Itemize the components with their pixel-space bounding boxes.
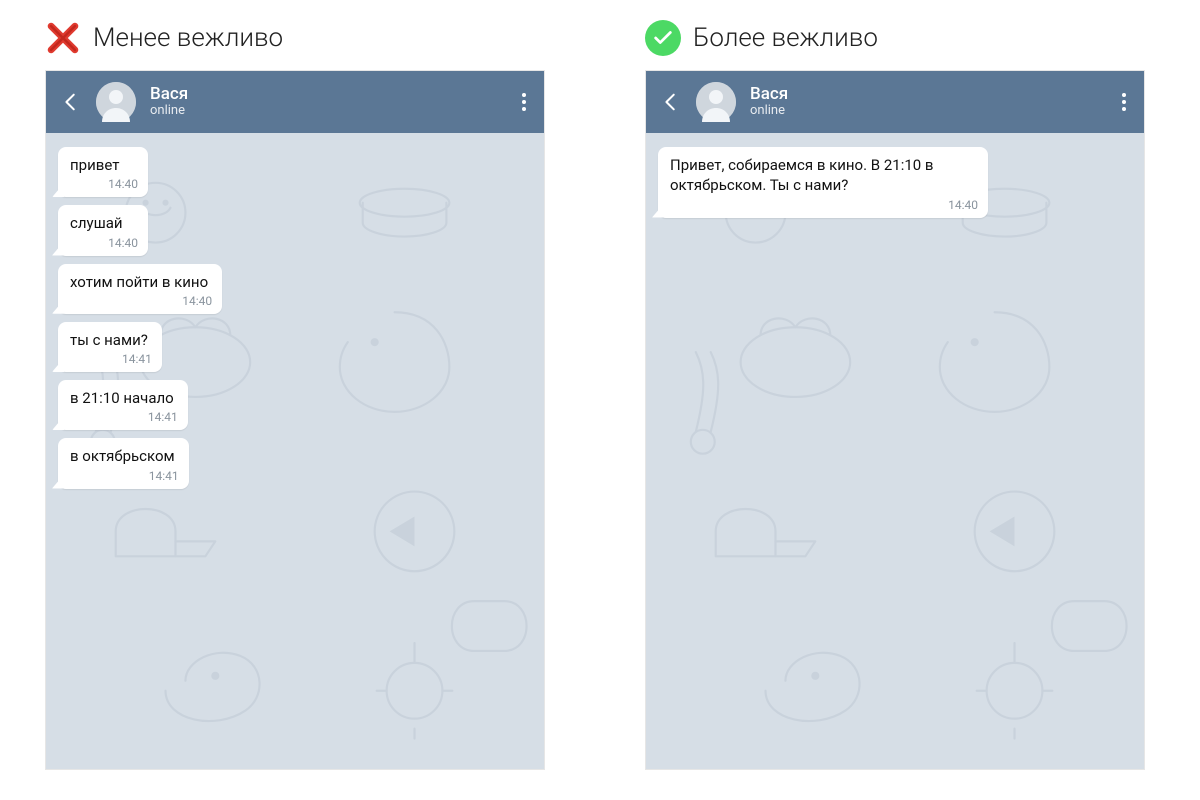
chat-name: Вася	[150, 85, 504, 105]
message-bubble[interactable]: привет 14:40	[58, 147, 148, 197]
chat-body: привет14:40слушай14:40хотим пойти в кино…	[46, 133, 544, 769]
heading-label: Менее вежливо	[93, 23, 283, 53]
avatar[interactable]	[96, 82, 136, 122]
avatar[interactable]	[696, 82, 736, 122]
message-text: слушай	[70, 213, 138, 233]
message-time: 14:40	[70, 294, 212, 308]
message-bubble[interactable]: ты с нами? 14:41	[58, 322, 162, 372]
chat-body: Привет, собираемся в кино. В 21:10 в окт…	[646, 133, 1144, 769]
message-text: хотим пойти в кино	[70, 272, 212, 292]
message-text: ты с нами?	[70, 330, 152, 350]
chat-background-doodle	[646, 133, 1144, 769]
back-button[interactable]	[660, 91, 682, 113]
chat-title-block[interactable]: Вася online	[150, 85, 504, 119]
message-bubble[interactable]: в 21:10 начало 14:41	[58, 380, 188, 430]
message-text: в октябрьском	[70, 446, 179, 466]
heading-less-polite: Менее вежливо	[45, 20, 545, 56]
message-time: 14:40	[670, 198, 978, 212]
check-icon	[645, 20, 681, 56]
cross-icon	[45, 20, 81, 56]
message-bubble[interactable]: хотим пойти в кино 14:40	[58, 264, 222, 314]
more-button[interactable]	[518, 89, 530, 115]
message-text: привет	[70, 155, 138, 175]
chat-window-right: Вася online	[645, 70, 1145, 770]
chat-name: Вася	[750, 85, 1104, 105]
message-bubble[interactable]: слушай 14:40	[58, 205, 148, 255]
message-time: 14:40	[70, 236, 138, 250]
column-less-polite: Менее вежливо Вася online	[45, 20, 545, 770]
column-more-polite: Более вежливо Вася online	[645, 20, 1145, 770]
message-bubble[interactable]: в октябрьском 14:41	[58, 438, 189, 488]
message-text: Привет, собираемся в кино. В 21:10 в окт…	[670, 155, 978, 196]
chat-window-left: Вася online	[45, 70, 545, 770]
more-button[interactable]	[1118, 89, 1130, 115]
heading-label: Более вежливо	[693, 23, 878, 53]
message-text: в 21:10 начало	[70, 388, 178, 408]
chat-title-block[interactable]: Вася online	[750, 85, 1104, 119]
back-button[interactable]	[60, 91, 82, 113]
message-time: 14:41	[70, 469, 179, 483]
message-time: 14:41	[70, 410, 178, 424]
chat-status: online	[750, 104, 1104, 119]
chat-status: online	[150, 104, 504, 119]
message-time: 14:41	[70, 352, 152, 366]
chat-header: Вася online	[646, 71, 1144, 133]
heading-more-polite: Более вежливо	[645, 20, 1145, 56]
message-bubble[interactable]: Привет, собираемся в кино. В 21:10 в окт…	[658, 147, 988, 218]
chat-header: Вася online	[46, 71, 544, 133]
message-time: 14:40	[70, 177, 138, 191]
